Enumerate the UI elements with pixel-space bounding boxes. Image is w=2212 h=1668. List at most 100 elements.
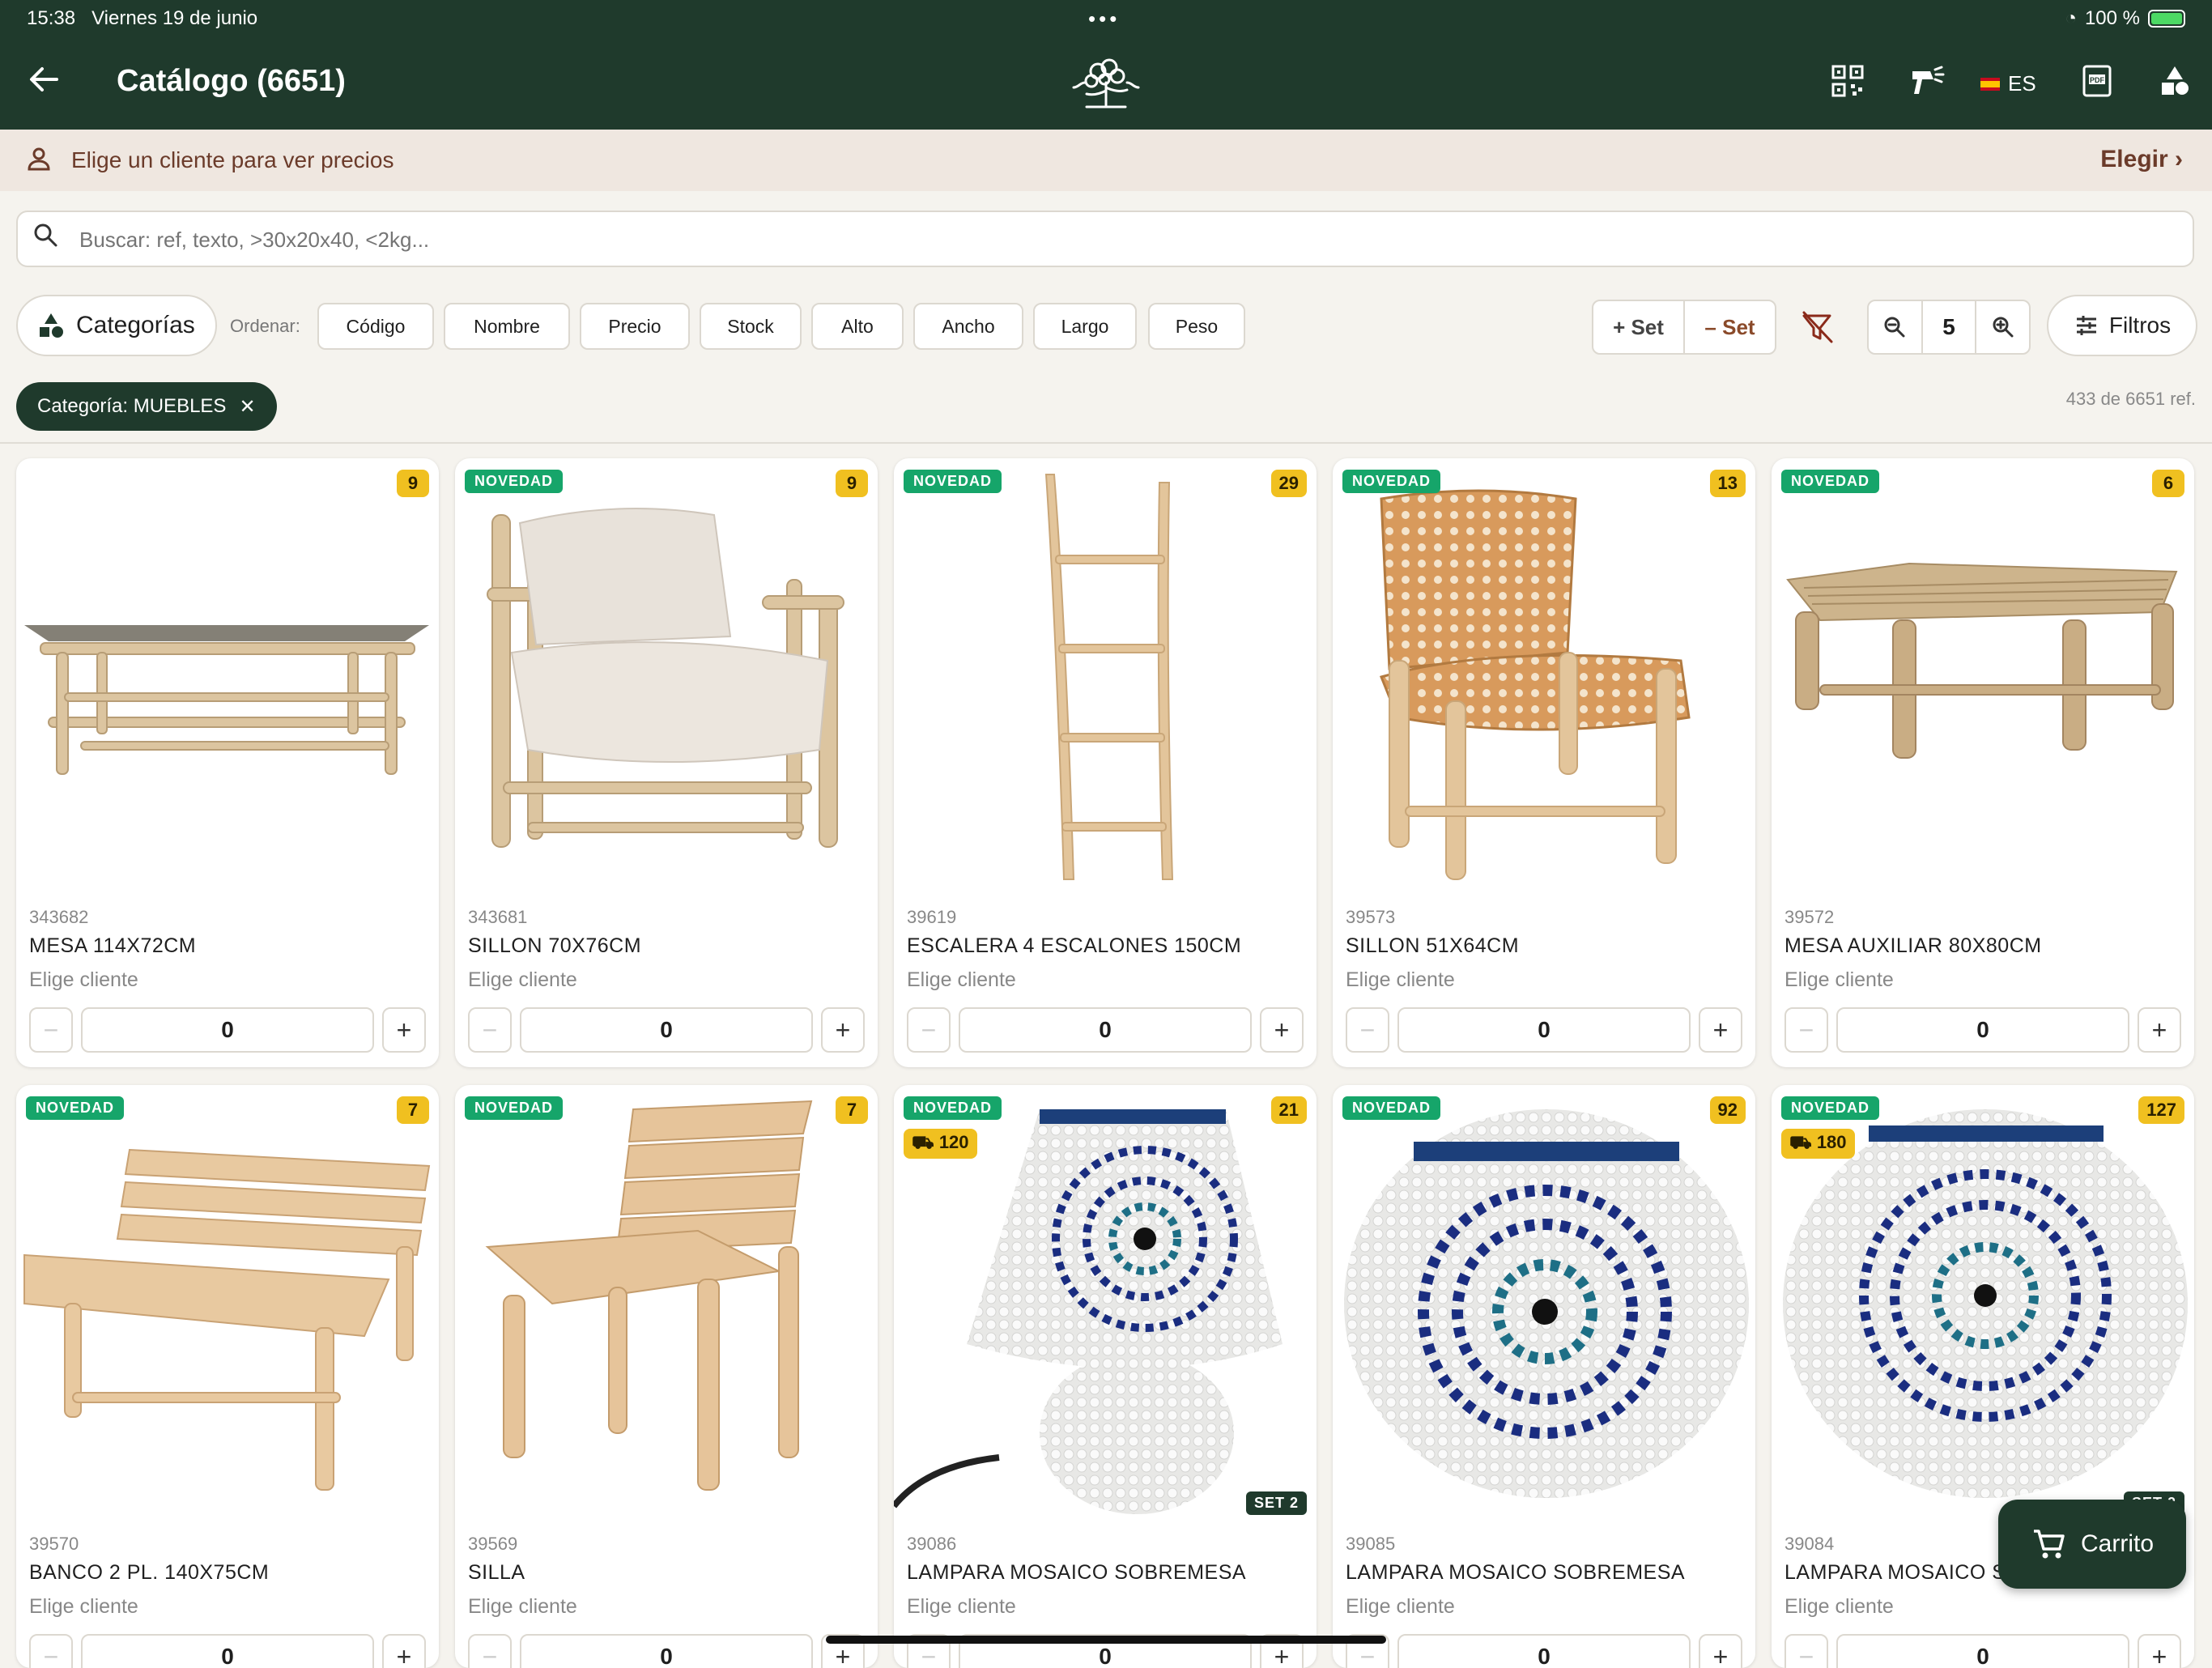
product-image: [487, 508, 844, 848]
product-price: Elige cliente: [468, 968, 577, 991]
increment-button[interactable]: +: [2138, 1007, 2181, 1053]
sort-code[interactable]: Código: [317, 303, 434, 350]
decrement-button[interactable]: −: [1346, 1007, 1389, 1053]
quantity-stepper: − 0 +: [907, 1007, 1304, 1054]
categories-button[interactable]: Categorías: [16, 295, 217, 356]
increment-button[interactable]: +: [2138, 1634, 2181, 1668]
product-card[interactable]: NOVEDAD 13 39573 SILLON 51X64CM Elige cl…: [1333, 458, 1755, 1067]
increment-button[interactable]: +: [382, 1634, 426, 1668]
new-badge: NOVEDAD: [465, 1096, 564, 1120]
language-code: ES: [2008, 71, 2036, 96]
quantity-value[interactable]: 0: [1836, 1634, 2129, 1668]
clear-filters-button[interactable]: [1799, 309, 1835, 353]
quantity-stepper: − 0 +: [29, 1007, 426, 1054]
quantity-value[interactable]: 0: [520, 1007, 813, 1053]
zoom-in-button[interactable]: [1976, 301, 2029, 353]
decrement-button[interactable]: −: [29, 1634, 73, 1668]
sort-weight[interactable]: Peso: [1148, 303, 1245, 350]
pdf-icon[interactable]: PDF: [2078, 63, 2116, 102]
decrement-button[interactable]: −: [1784, 1007, 1828, 1053]
product-name: SILLON 51X64CM: [1346, 934, 1520, 957]
close-icon[interactable]: ✕: [239, 395, 255, 419]
product-image: [23, 1148, 431, 1491]
quantity-value[interactable]: 0: [520, 1634, 813, 1668]
set-controls: + Set – Set: [1592, 300, 1776, 355]
decrement-button[interactable]: −: [1784, 1634, 1828, 1668]
sort-height[interactable]: Alto: [811, 303, 904, 350]
new-badge: NOVEDAD: [1342, 1096, 1441, 1120]
increment-button[interactable]: +: [1699, 1634, 1742, 1668]
product-card[interactable]: NOVEDAD 92 39085 LAMPARA MOSAICO SOBREME…: [1333, 1085, 1755, 1668]
search-input[interactable]: [78, 222, 2105, 257]
decrement-button[interactable]: −: [907, 1007, 951, 1053]
sort-price[interactable]: Precio: [580, 303, 690, 350]
category-filter-chip[interactable]: Categoría: MUEBLES ✕: [16, 382, 277, 431]
product-card[interactable]: 9 343682 MESA 114X72CM Elige cliente − 0…: [16, 458, 439, 1067]
product-card[interactable]: NOVEDAD 6 39572 MESA AUXILIAR 80X80CM El…: [1772, 458, 2194, 1067]
product-card[interactable]: NOVEDAD 29 39619 ESCALERA 4 ESCALONES 15…: [894, 458, 1317, 1067]
wifi-icon: ◔: [2065, 7, 2077, 29]
decrement-button[interactable]: −: [468, 1634, 512, 1668]
sort-name[interactable]: Nombre: [444, 303, 570, 350]
increment-button[interactable]: +: [1260, 1007, 1304, 1053]
product-ref: 39572: [1784, 907, 1835, 927]
increment-button[interactable]: +: [821, 1007, 865, 1053]
product-card[interactable]: NOVEDAD 9 343681 SILLON 70X76CM Elige cl…: [455, 458, 878, 1067]
stock-badge: 9: [397, 470, 429, 497]
brand-logo: [1072, 58, 1140, 109]
truck-icon: ⛟: [1789, 1132, 1812, 1152]
product-price: Elige cliente: [1346, 1595, 1455, 1618]
quantity-stepper: − 0 +: [29, 1634, 426, 1668]
quantity-value[interactable]: 0: [81, 1007, 374, 1053]
page-title: Catálogo (6651): [117, 64, 346, 98]
quantity-value[interactable]: 0: [1397, 1634, 1691, 1668]
product-name: MESA 114X72CM: [29, 934, 197, 957]
increment-button[interactable]: +: [382, 1007, 426, 1053]
client-selection-bar[interactable]: Elige un cliente para ver precios Elegir…: [0, 130, 2212, 191]
barcode-scanner-icon[interactable]: [1908, 63, 1946, 102]
quantity-value[interactable]: 0: [1836, 1007, 2129, 1053]
product-ref: 39570: [29, 1534, 79, 1554]
language-selector[interactable]: ES: [1980, 71, 2036, 96]
filters-button[interactable]: Filtros: [2047, 295, 2197, 356]
sort-width[interactable]: Ancho: [913, 303, 1023, 350]
quantity-stepper: − 0 +: [1346, 1634, 1742, 1668]
truck-icon: ⛟: [912, 1132, 934, 1152]
cart-button[interactable]: Carrito: [1998, 1500, 2186, 1589]
decrement-button[interactable]: −: [468, 1007, 512, 1053]
choose-client-button[interactable]: Elegir ›: [2100, 146, 2183, 173]
decrement-button[interactable]: −: [29, 1007, 73, 1053]
home-indicator[interactable]: [826, 1636, 1386, 1644]
quantity-value[interactable]: 0: [81, 1634, 374, 1668]
stock-badge: 7: [836, 1096, 868, 1124]
stock-badge: 7: [397, 1096, 429, 1124]
back-button[interactable]: [28, 63, 60, 102]
zoom-out-button[interactable]: [1869, 301, 1921, 353]
search-bar[interactable]: [16, 211, 2194, 267]
product-price: Elige cliente: [907, 1595, 1016, 1618]
status-bar: 15:38 Viernes 19 de junio ••• ◔ 100 %: [0, 0, 2212, 39]
quantity-value[interactable]: 0: [1397, 1007, 1691, 1053]
add-set-button[interactable]: + Set: [1593, 301, 1685, 353]
product-price: Elige cliente: [468, 1595, 577, 1618]
product-image: [1344, 1109, 1749, 1498]
product-image: [24, 625, 429, 775]
quantity-value[interactable]: 0: [959, 1007, 1252, 1053]
cart-label: Carrito: [2080, 1530, 2154, 1557]
product-ref: 343682: [29, 907, 89, 927]
multitask-dots[interactable]: •••: [1088, 6, 1120, 32]
remove-set-button[interactable]: – Set: [1685, 301, 1775, 353]
zoom-in-icon: [1993, 317, 2014, 338]
sort-length[interactable]: Largo: [1033, 303, 1137, 350]
qr-code-icon[interactable]: [1828, 63, 1867, 102]
product-image: [1786, 562, 2178, 759]
product-image: [1044, 474, 1174, 880]
product-card[interactable]: NOVEDAD 7 39569 SILLA Elige cliente − 0 …: [455, 1085, 878, 1668]
incoming-qty: 120: [938, 1132, 969, 1152]
increment-button[interactable]: +: [1699, 1007, 1742, 1053]
shapes-icon[interactable]: [2155, 63, 2194, 102]
sort-stock[interactable]: Stock: [700, 303, 802, 350]
product-card[interactable]: NOVEDAD 7 39570 BANCO 2 PL. 140X75CM Eli…: [16, 1085, 439, 1668]
zoom-controls: 5: [1867, 300, 2031, 355]
product-card[interactable]: NOVEDAD ⛟ 120 21 SET 2 39086 LAMPARA MOS…: [894, 1085, 1317, 1668]
